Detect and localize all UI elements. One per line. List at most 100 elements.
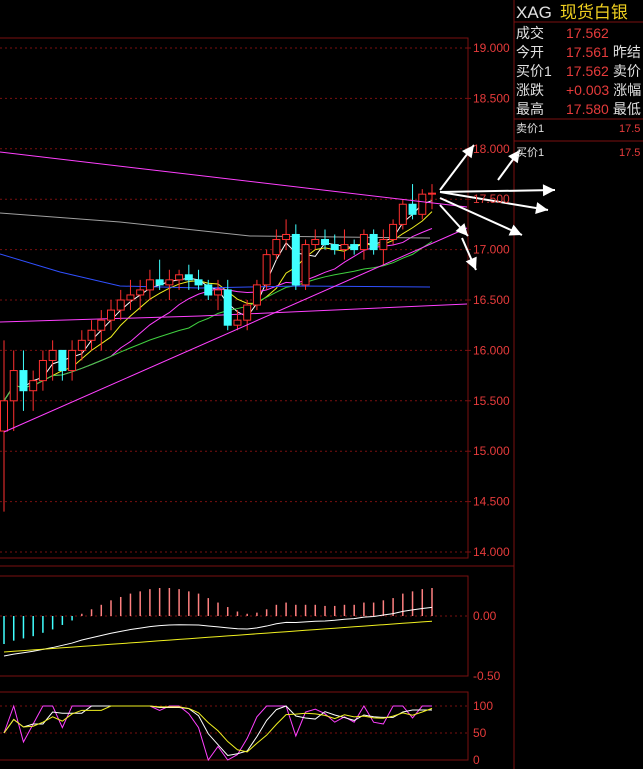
y-tick-label: 14.500 xyxy=(473,495,510,509)
candle-body xyxy=(233,319,242,326)
quote-row-open: 今开 17.561 昨结 xyxy=(516,43,641,62)
candle-body xyxy=(38,359,47,382)
macd-panel: 0.00 -0.50 xyxy=(0,575,501,683)
candle-body xyxy=(311,239,320,246)
candle-body xyxy=(116,299,125,311)
candle-body xyxy=(97,319,106,331)
candle-body xyxy=(107,309,115,321)
candle-body xyxy=(194,279,203,286)
candle-body xyxy=(155,279,164,286)
osc-tick-label: 100 xyxy=(473,699,493,713)
candle-body xyxy=(408,203,417,215)
candle-body xyxy=(145,279,154,291)
candle-body xyxy=(428,192,436,195)
quote-row-value: +0.003 xyxy=(566,82,610,98)
quote-row-bid: 买价1 17.562 卖价 xyxy=(516,62,641,81)
ma-line-green xyxy=(3,241,433,402)
y-tick-label: 17.000 xyxy=(473,243,510,257)
candlestick-series xyxy=(0,184,436,512)
orderbook-label: 卖价1 xyxy=(516,123,545,135)
candle-body xyxy=(19,370,28,392)
candle-body xyxy=(165,279,174,286)
quote-row-label2: 昨结 xyxy=(612,44,641,60)
candle-body xyxy=(272,239,281,256)
y-tick-label: 16.500 xyxy=(473,293,510,307)
symbol-name: 现货白银 xyxy=(559,3,628,22)
quote-row-label2: 最低 xyxy=(612,101,641,117)
candle-body xyxy=(282,233,291,241)
price-axis-ticks: 19.000 18.500 18.000 17.500 17.000 16.500 16.0… xyxy=(473,41,510,559)
y-tick-label: 16.000 xyxy=(473,343,510,357)
candle-body xyxy=(359,233,368,251)
candle-body xyxy=(262,254,271,286)
candle-body xyxy=(184,274,193,281)
candle-body xyxy=(350,244,359,251)
quote-row-label: 最高 xyxy=(516,101,544,117)
quote-row-value: 17.562 xyxy=(566,63,609,79)
candle-body xyxy=(330,244,339,251)
candle-body xyxy=(243,304,252,321)
oscillator-panel: 100 50 0 xyxy=(0,691,493,767)
candle-body xyxy=(398,203,407,225)
ma-line-magenta-long xyxy=(0,303,468,323)
quote-header: XAG 现货白银 xyxy=(516,2,628,24)
candle-body xyxy=(321,239,329,246)
candle-body xyxy=(223,289,232,326)
candle-body xyxy=(136,289,145,296)
candle-body xyxy=(58,349,67,372)
quote-row-value: 17.561 xyxy=(566,44,609,60)
quote-row-value: 17.580 xyxy=(566,101,609,117)
ma-line-blue xyxy=(0,253,431,289)
support-trend-line xyxy=(3,227,468,433)
orderbook-ask: 卖价1 17.5 xyxy=(516,121,642,137)
candle-body xyxy=(48,349,57,361)
candle-body xyxy=(369,233,378,251)
macd-frame xyxy=(0,575,469,677)
candle-body xyxy=(204,284,213,296)
candle-body xyxy=(0,400,8,432)
candle-body xyxy=(389,223,398,241)
candle-body xyxy=(301,244,310,286)
macd-tick-label: -0.50 xyxy=(473,669,501,683)
candle-body xyxy=(214,289,222,296)
orderbook-value: 17.5 xyxy=(619,147,641,159)
orderbook-value: 17.5 xyxy=(619,123,641,135)
y-tick-label: 17.500 xyxy=(473,192,510,206)
symbol-code: XAG xyxy=(516,3,552,22)
y-tick-label: 15.000 xyxy=(473,444,510,458)
candle-body xyxy=(291,233,300,286)
candle-body xyxy=(29,380,38,392)
macd-tick-label: 0.00 xyxy=(473,609,497,623)
candle-body xyxy=(175,274,184,281)
candle-body xyxy=(126,294,135,301)
quote-panel: XAG 现货白银 成交 17.562 今开 17.561 昨结 买价1 17.562 卖价 … xyxy=(514,0,643,769)
y-tick-label: 18.500 xyxy=(473,91,510,105)
quote-row-high: 最高 17.580 最低 xyxy=(516,100,641,119)
candle-body xyxy=(252,284,261,306)
y-tick-label: 18.000 xyxy=(473,142,510,156)
candle-body xyxy=(418,193,427,215)
candle-body xyxy=(9,370,18,402)
quote-row-label2: 涨幅 xyxy=(613,82,642,98)
quote-row-label: 涨跌 xyxy=(516,82,544,98)
quote-row-label: 买价1 xyxy=(516,63,552,79)
candle-body xyxy=(87,329,96,341)
y-tick-label: 19.000 xyxy=(473,41,510,55)
osc-k-line xyxy=(3,704,432,762)
orderbook-bid: 买价1 17.5 xyxy=(516,145,642,161)
y-tick-label: 15.500 xyxy=(473,394,510,408)
quote-row-label2: 卖价 xyxy=(612,63,641,79)
y-tick-label: 14.000 xyxy=(473,545,510,559)
quote-row-value: 17.562 xyxy=(566,25,609,41)
candle-body xyxy=(340,244,349,251)
candle-body xyxy=(379,239,388,251)
macd-dea-line xyxy=(3,620,433,653)
candle-body xyxy=(68,349,77,372)
candle-body xyxy=(77,339,86,351)
trend-lines xyxy=(0,151,468,433)
orderbook-label: 买价1 xyxy=(516,147,545,159)
osc-frame xyxy=(0,691,469,761)
quote-row-change: 涨跌 +0.003 涨幅 xyxy=(516,81,641,100)
quote-row-last: 成交 17.562 xyxy=(516,24,613,43)
quote-row-label: 成交 xyxy=(516,25,544,41)
